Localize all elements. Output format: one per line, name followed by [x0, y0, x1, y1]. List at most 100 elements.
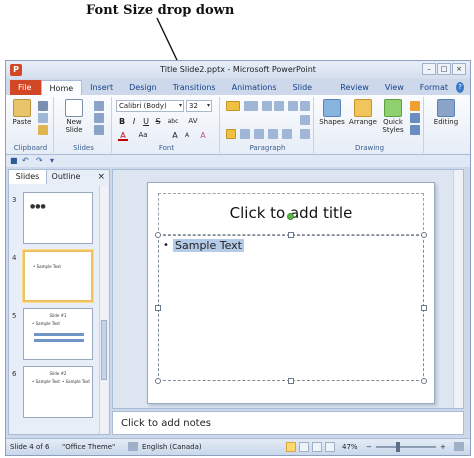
zoom-out-icon[interactable]: − [366, 443, 372, 451]
bullets-icon[interactable] [226, 101, 240, 111]
slide-thumbnail-4[interactable]: • Sample Text [23, 250, 93, 302]
align-right-icon[interactable] [254, 129, 264, 139]
layout-icon[interactable] [94, 101, 104, 111]
arrange-button[interactable]: Arrange [348, 99, 378, 126]
tab-slides[interactable]: Slides [9, 170, 47, 184]
slides-panel-scrollbar[interactable] [99, 186, 108, 434]
shape-fill-icon[interactable] [410, 101, 420, 111]
scrollbar-thumb[interactable] [101, 320, 107, 380]
zoom-level[interactable]: 47% [342, 443, 358, 451]
slide-thumbnail-3[interactable]: ●●● [23, 192, 93, 244]
tab-insert[interactable]: Insert [82, 80, 121, 95]
zoom-in-icon[interactable]: + [440, 443, 446, 451]
resize-handle[interactable] [421, 378, 427, 384]
reset-icon[interactable] [94, 113, 104, 123]
new-slide-button[interactable]: New Slide [60, 99, 88, 134]
normal-view-button[interactable] [286, 442, 296, 452]
content-placeholder[interactable]: • Sample Text [158, 235, 424, 381]
customize-toolbar-icon[interactable]: ▾ [50, 156, 54, 165]
shape-effects-icon[interactable] [410, 125, 420, 135]
theme-name[interactable]: "Office Theme" [62, 443, 115, 451]
change-case-button[interactable]: Aa [136, 130, 150, 141]
slide-show-button[interactable] [325, 442, 335, 452]
spellcheck-icon[interactable] [128, 442, 138, 451]
tab-transitions[interactable]: Transitions [165, 80, 224, 95]
slide-area-scrollbar[interactable] [453, 170, 463, 408]
smartart-icon[interactable] [300, 129, 310, 139]
shape-outline-icon[interactable] [410, 113, 420, 123]
shadow-button[interactable]: abc [166, 116, 180, 127]
help-icon[interactable]: ? [456, 81, 464, 93]
slide-thumbnail-6[interactable]: Slide #2 • Sample Text • Sample Text [23, 366, 93, 418]
editing-button[interactable]: Editing [430, 99, 462, 126]
font-color-button[interactable]: A [118, 130, 128, 141]
bold-button[interactable]: B [117, 116, 127, 127]
tab-review[interactable]: Review [332, 80, 377, 95]
character-spacing-button[interactable]: AV [186, 116, 200, 127]
notes-pane[interactable]: Click to add notes [112, 411, 464, 435]
tab-format[interactable]: Format [412, 80, 456, 95]
thumbnail-title: Slide #1 [49, 313, 67, 318]
grow-font-button[interactable]: A [170, 130, 180, 141]
tab-outline[interactable]: Outline [47, 170, 85, 184]
save-icon[interactable]: ■ [10, 156, 18, 165]
resize-handle[interactable] [421, 232, 427, 238]
resize-handle[interactable] [421, 305, 427, 311]
tab-home[interactable]: Home [40, 80, 83, 95]
maximize-button[interactable]: □ [437, 63, 451, 75]
minimize-button[interactable]: – [422, 63, 436, 75]
resize-handle[interactable] [155, 232, 161, 238]
underline-button[interactable]: U [141, 116, 151, 127]
font-name-dropdown[interactable]: Calibri (Body) ▾ [116, 100, 184, 112]
slide-sorter-button[interactable] [299, 442, 309, 452]
columns-icon[interactable] [282, 129, 292, 139]
cut-icon[interactable] [38, 101, 48, 111]
close-panel-button[interactable]: × [97, 170, 105, 184]
resize-handle[interactable] [155, 378, 161, 384]
clear-formatting-button[interactable]: A [198, 130, 208, 141]
selected-body-text[interactable]: Sample Text [173, 239, 244, 252]
redo-icon[interactable]: ↷ [36, 156, 43, 165]
shrink-font-button[interactable]: A [182, 130, 192, 141]
font-size-dropdown[interactable]: 32 ▾ [186, 100, 212, 112]
text-direction-icon[interactable] [300, 101, 310, 111]
decrease-indent-icon[interactable] [262, 101, 272, 111]
rotation-handle[interactable] [287, 213, 294, 220]
tab-animations[interactable]: Animations [224, 80, 285, 95]
tab-file[interactable]: File [10, 80, 41, 95]
fit-to-window-icon[interactable] [454, 442, 464, 451]
increase-indent-icon[interactable] [274, 101, 284, 111]
zoom-slider[interactable] [376, 442, 436, 452]
thumbnail-graphic [34, 339, 84, 342]
align-center-icon[interactable] [240, 129, 250, 139]
paste-button[interactable]: Paste [10, 99, 34, 126]
line-spacing-icon[interactable] [288, 101, 298, 111]
reading-view-button[interactable] [312, 442, 322, 452]
paragraph-group: Paragraph [222, 97, 314, 153]
thumbnail-body: • Sample Text [33, 264, 61, 269]
undo-icon[interactable]: ↶ [22, 156, 29, 165]
shapes-button[interactable]: Shapes [318, 99, 346, 126]
italic-button[interactable]: I [129, 116, 139, 127]
tab-view[interactable]: View [377, 80, 412, 95]
resize-handle[interactable] [155, 305, 161, 311]
align-text-icon[interactable] [300, 115, 310, 125]
quick-styles-button[interactable]: Quick Styles [380, 99, 406, 134]
zoom-slider-knob[interactable] [396, 442, 400, 452]
bullet-icon: • [163, 240, 169, 251]
close-button[interactable]: × [452, 63, 466, 75]
format-painter-icon[interactable] [38, 125, 48, 135]
copy-icon[interactable] [38, 113, 48, 123]
section-icon[interactable] [94, 125, 104, 135]
numbering-icon[interactable] [244, 101, 258, 111]
tab-design[interactable]: Design [121, 80, 165, 95]
resize-handle[interactable] [288, 232, 294, 238]
slide-thumbnail-5[interactable]: Slide #1 • Sample Text [23, 308, 93, 360]
strikethrough-button[interactable]: S [153, 116, 163, 127]
tab-slide-show[interactable]: Slide Show [285, 80, 333, 107]
resize-handle[interactable] [288, 378, 294, 384]
language-indicator[interactable]: English (Canada) [142, 443, 202, 451]
justify-icon[interactable] [268, 129, 278, 139]
thumbnail-body: • Sample Text [32, 379, 60, 384]
align-left-icon[interactable] [226, 129, 236, 139]
